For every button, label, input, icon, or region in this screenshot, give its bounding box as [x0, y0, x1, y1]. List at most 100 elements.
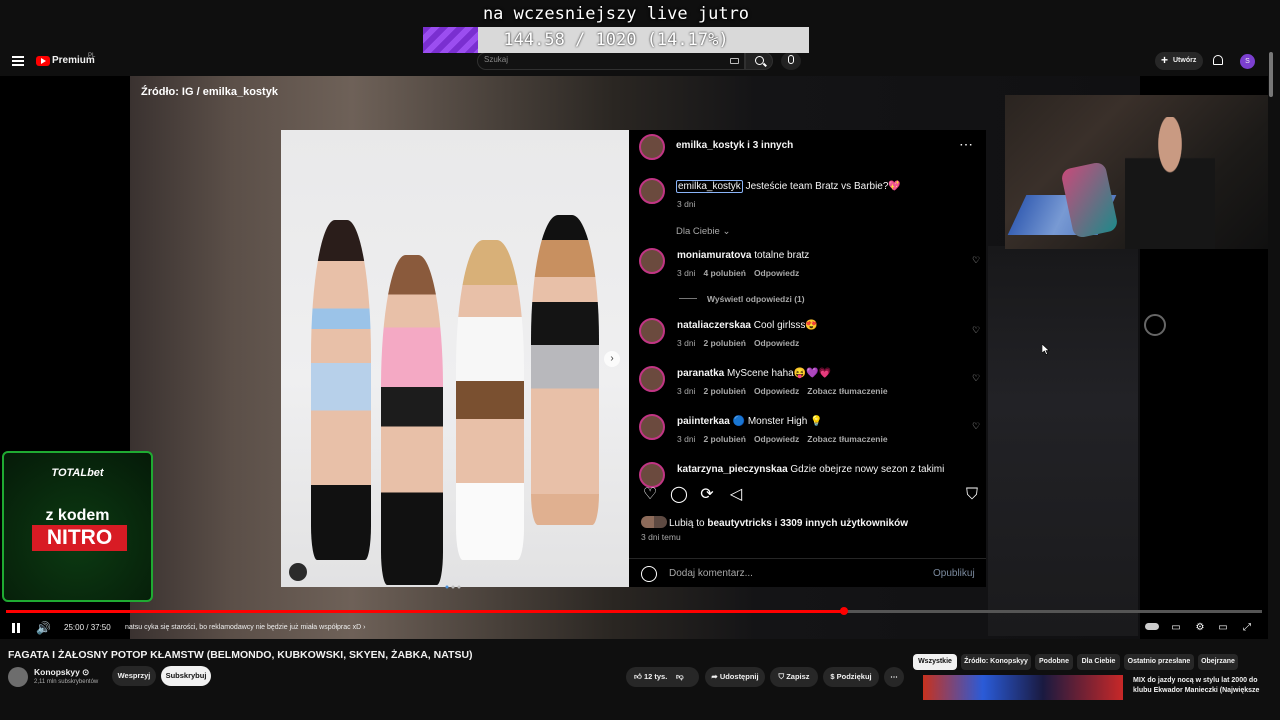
thumbs-up-icon: 👍︎: [634, 672, 642, 681]
share-icon[interactable]: ◁: [727, 486, 745, 504]
comment-user[interactable]: paranatka: [677, 368, 724, 379]
filter-chip[interactable]: Źródło: Konopskyy: [961, 654, 1031, 670]
microphone-icon: [788, 55, 794, 64]
comment-avatar[interactable]: [639, 248, 665, 274]
recommended-video-thumbnail[interactable]: [923, 675, 1123, 700]
comment-user[interactable]: paiinterkaa: [677, 416, 730, 427]
search-button[interactable]: [745, 52, 773, 70]
comment-like-heart-icon[interactable]: ♡: [972, 422, 980, 431]
ad-promo-text: z kodem: [45, 507, 110, 524]
instagram-photo: [281, 130, 629, 587]
comment-action[interactable]: 4 polubień: [703, 268, 746, 278]
comment-meta: 3 dni 4 polubień Odpowiedz: [677, 268, 799, 278]
repost-icon[interactable]: ⟳: [698, 486, 716, 504]
keyboard-icon[interactable]: [730, 58, 739, 64]
comment-action[interactable]: 2 polubień: [703, 338, 746, 348]
ad-brand: TOTALbet: [51, 467, 104, 479]
thumbs-down-icon[interactable]: 👎︎: [676, 667, 684, 687]
page-scrollbar[interactable]: [1269, 52, 1273, 97]
comment-avatar[interactable]: [639, 366, 665, 392]
search-input[interactable]: Szukaj: [484, 55, 508, 64]
youtube-logo-icon[interactable]: [36, 56, 50, 66]
comment-like-heart-icon[interactable]: ♡: [972, 374, 980, 383]
video-player[interactable]: Źródło: IG / emilka_kostyk › emilka_kost…: [0, 76, 1268, 639]
save-button[interactable]: ⛉ Zapisz: [770, 667, 818, 687]
like-button[interactable]: 👍︎ 12 tys. 👎︎: [626, 667, 699, 687]
thanks-button[interactable]: $ Podziękuj: [823, 667, 879, 687]
chapter-title[interactable]: natsu cyka się starości, bo reklamodawcy…: [125, 624, 365, 631]
comment-body: Gdzie obejrze nowy sezon z takimi: [787, 464, 945, 475]
comment-action[interactable]: Odpowiedz: [754, 386, 799, 396]
comment-avatar[interactable]: [639, 318, 665, 344]
share-label: Udostępnij: [719, 672, 759, 681]
comment-action[interactable]: Odpowiedz: [754, 338, 799, 348]
caption-user[interactable]: emilka_kostyk: [676, 180, 743, 193]
comment-action[interactable]: Zobacz tłumaczenie: [807, 434, 887, 444]
subscribe-button[interactable]: Subskrybuj: [161, 666, 211, 686]
likes-summary[interactable]: Lubią to beautyvtricks i 3309 innych uży…: [641, 516, 908, 529]
comment-action[interactable]: Odpowiedz: [754, 268, 799, 278]
post-owner-avatar[interactable]: [639, 134, 665, 160]
theater-mode-icon[interactable]: ▭: [1217, 622, 1229, 634]
bookmark-icon[interactable]: ⛉: [963, 486, 981, 504]
comment-input[interactable]: Dodaj komentarz...: [669, 568, 889, 579]
support-button[interactable]: Wesprzyj: [112, 666, 156, 686]
comment-like-heart-icon[interactable]: ♡: [972, 256, 980, 265]
next-photo-button[interactable]: ›: [604, 351, 620, 367]
comment-avatar[interactable]: [639, 462, 665, 488]
comment-user[interactable]: moniamuratova: [677, 250, 751, 261]
post-header-user[interactable]: emilka_kostyk i 3 innych: [676, 140, 793, 151]
comment-user[interactable]: katarzyna_pieczynskaa: [677, 464, 788, 475]
comment-icon[interactable]: ◯: [670, 486, 688, 504]
plus-icon: +: [1161, 53, 1169, 67]
create-button[interactable]: + Utwórz: [1155, 52, 1203, 70]
create-label: Utwórz: [1173, 57, 1197, 64]
video-title: FAGATA I ŻAŁOSNY POTOP KŁAMSTW (BELMONDO…: [8, 649, 473, 661]
autoplay-toggle-icon[interactable]: [1144, 622, 1160, 634]
comment-action[interactable]: 2 polubień: [703, 386, 746, 396]
comment-action[interactable]: 2 polubień: [703, 434, 746, 444]
comment-action[interactable]: Zobacz tłumaczenie: [807, 386, 887, 396]
comment-user[interactable]: nataliaczerskaa: [677, 320, 751, 331]
filter-chip[interactable]: Ostatnio przesłane: [1124, 654, 1194, 670]
pause-icon[interactable]: [12, 623, 20, 633]
video-progress-bar[interactable]: [6, 607, 1262, 615]
stream-overlay-title: na wczesniejszy live jutro: [482, 4, 750, 24]
voice-search-button[interactable]: [781, 52, 801, 70]
comment-action[interactable]: Odpowiedz: [754, 434, 799, 444]
comment-time: 3 dni: [677, 386, 696, 396]
filter-chip[interactable]: Obejrzane: [1198, 654, 1238, 670]
settings-gear-icon[interactable]: ⚙: [1194, 622, 1206, 634]
filter-chip[interactable]: Podobne: [1035, 654, 1073, 670]
channel-avatar[interactable]: [8, 667, 28, 687]
comment-avatar[interactable]: [639, 414, 665, 440]
more-options-icon[interactable]: ⋯: [959, 136, 973, 153]
channel-name[interactable]: Konopskyy ⊙: [34, 667, 89, 678]
account-avatar[interactable]: S: [1240, 54, 1255, 69]
caption-avatar[interactable]: [639, 178, 665, 204]
progress-scrubber[interactable]: [839, 607, 848, 615]
source-label: Źródło: IG / emilka_kostyk: [141, 86, 278, 98]
for-you-filter[interactable]: Dla Ciebie ⌄: [676, 226, 730, 237]
view-replies[interactable]: Wyświetl odpowiedzi (1): [679, 294, 805, 304]
notifications-bell-icon[interactable]: [1213, 55, 1223, 65]
share-button[interactable]: ➦ Udostępnij: [705, 667, 765, 687]
search-icon: [755, 56, 764, 65]
comment-body: 🔵 Monster High 💡: [729, 416, 823, 427]
menu-icon[interactable]: [12, 56, 24, 66]
search-box[interactable]: Szukaj: [477, 52, 745, 70]
recommended-video-title[interactable]: MIX do jazdy nocą w stylu lat 2000 do kl…: [1133, 676, 1263, 696]
subtitles-icon[interactable]: ▭: [1170, 622, 1182, 634]
like-heart-icon[interactable]: ♡: [641, 486, 659, 504]
emoji-icon[interactable]: [641, 566, 657, 582]
filter-chip[interactable]: Wszystkie: [913, 654, 957, 670]
more-actions-icon[interactable]: ⋯: [884, 667, 904, 687]
filter-chip[interactable]: Dla Ciebie: [1077, 654, 1120, 670]
fullscreen-icon[interactable]: ⤢: [1241, 622, 1253, 634]
volume-icon[interactable]: 🔊: [36, 622, 51, 634]
post-time: 3 dni temu: [641, 532, 681, 542]
tagged-users-icon[interactable]: [289, 563, 307, 581]
post-comment-button[interactable]: Opublikuj: [933, 568, 975, 579]
comment-like-heart-icon[interactable]: ♡: [972, 326, 980, 335]
sponsor-ad-overlay: TOTALbet z kodem NITRO: [2, 451, 153, 602]
